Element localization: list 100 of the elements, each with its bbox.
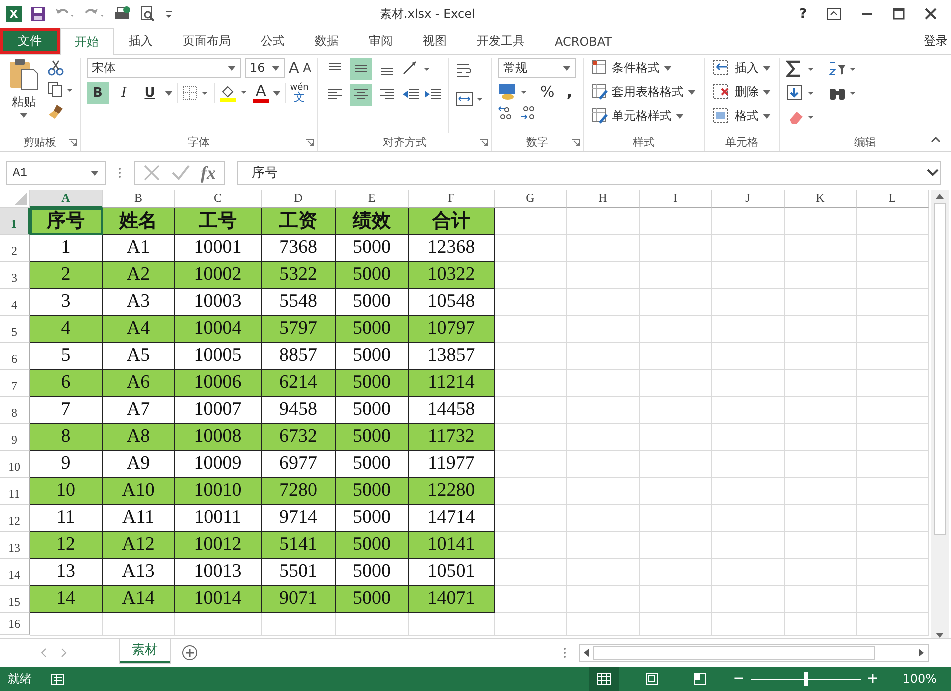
- insert-function-button[interactable]: fx: [201, 162, 216, 184]
- collapse-ribbon-icon[interactable]: [931, 137, 941, 143]
- dialog-launcher-icon[interactable]: [572, 139, 580, 147]
- name-box[interactable]: A1: [6, 161, 106, 185]
- dropdown-caret-icon[interactable]: [563, 66, 572, 70]
- merge-center-icon[interactable]: [455, 90, 486, 108]
- styles-menu-button[interactable]: 套用表格格式: [612, 84, 684, 100]
- close-icon[interactable]: [925, 8, 937, 20]
- print-preview-icon[interactable]: [140, 6, 156, 22]
- ribbon-tab[interactable]: 审阅: [354, 28, 408, 54]
- add-sheet-icon[interactable]: [182, 645, 198, 661]
- bold-button[interactable]: B: [87, 82, 109, 104]
- table-style-icon[interactable]: [592, 108, 608, 124]
- scroll-up-icon[interactable]: [936, 194, 944, 199]
- table-style-icon[interactable]: [592, 60, 608, 76]
- brush-icon[interactable]: [48, 104, 64, 120]
- sheet-tab[interactable]: 素材: [120, 639, 170, 663]
- formula-field[interactable]: 序号: [237, 161, 941, 185]
- splitter-handle-icon[interactable]: [563, 646, 567, 660]
- file-tab[interactable]: 文件: [0, 28, 60, 54]
- dropdown-caret-icon[interactable]: [91, 170, 99, 176]
- comma-style-button[interactable]: ,: [562, 82, 577, 101]
- dropdown-caret-icon[interactable]: [762, 114, 771, 118]
- font-name-field[interactable]: 宋体: [87, 58, 241, 78]
- percent-button[interactable]: %: [536, 82, 559, 100]
- cut-icon[interactable]: [48, 60, 64, 76]
- column-header[interactable]: L: [857, 190, 929, 208]
- cells-icon[interactable]: [712, 84, 731, 100]
- grow-font-button[interactable]: A: [289, 59, 300, 77]
- align-center-icon[interactable]: [350, 84, 372, 106]
- drag-handle-icon[interactable]: [118, 166, 122, 180]
- zoom-out-button[interactable]: −: [733, 671, 745, 687]
- table-style-icon[interactable]: [592, 84, 608, 100]
- ribbon-tab[interactable]: 开始: [60, 28, 114, 55]
- scroll-right-icon[interactable]: [919, 649, 924, 657]
- macro-record-icon[interactable]: [50, 672, 66, 686]
- dropdown-caret-icon[interactable]: [272, 66, 280, 70]
- enter-check-icon[interactable]: [171, 164, 191, 182]
- paste-button[interactable]: 粘贴: [12, 94, 36, 111]
- ribbon-tab[interactable]: 插入: [114, 28, 168, 54]
- styles-menu-button[interactable]: 单元格样式: [612, 108, 672, 124]
- dropdown-caret-icon[interactable]: [165, 90, 173, 96]
- zoom-slider-thumb[interactable]: [804, 672, 808, 686]
- cells-icon[interactable]: [712, 60, 731, 76]
- dropdown-caret-icon[interactable]: [762, 66, 771, 70]
- cells-menu-button[interactable]: 删除: [734, 84, 759, 100]
- sort-filter-icon[interactable]: [828, 60, 858, 78]
- column-header[interactable]: H: [567, 190, 640, 208]
- dialog-launcher-icon[interactable]: [306, 139, 314, 147]
- scrollbar-thumb[interactable]: [934, 203, 946, 535]
- zoom-in-button[interactable]: +: [866, 671, 879, 687]
- column-header[interactable]: J: [712, 190, 785, 208]
- phonetic-guide-button[interactable]: wén 文: [290, 82, 309, 104]
- shrink-font-button[interactable]: A: [303, 61, 312, 75]
- font-size-field[interactable]: 16: [245, 58, 285, 78]
- ribbon-tab[interactable]: 视图: [408, 28, 462, 54]
- dropdown-caret-icon[interactable]: [273, 90, 282, 96]
- ribbon-tab[interactable]: 公式: [246, 28, 300, 54]
- dropdown-caret-icon[interactable]: [688, 90, 696, 94]
- ribbon-tab[interactable]: ACROBAT: [540, 28, 627, 54]
- styles-menu-button[interactable]: 条件格式: [612, 60, 660, 76]
- column-header[interactable]: A: [30, 190, 103, 208]
- clipboard-icon[interactable]: [8, 58, 40, 92]
- ribbon-tab[interactable]: 数据: [300, 28, 354, 54]
- italic-button[interactable]: I: [113, 82, 135, 104]
- dialog-launcher-icon[interactable]: [69, 139, 77, 147]
- save-icon[interactable]: [30, 6, 46, 22]
- maximize-icon[interactable]: [893, 8, 905, 20]
- sign-in-link[interactable]: 登录: [924, 32, 951, 50]
- scrollbar-thumb[interactable]: [593, 646, 875, 660]
- column-header[interactable]: G: [495, 190, 567, 208]
- copy-icon[interactable]: [48, 82, 74, 98]
- cells-menu-button[interactable]: 插入: [734, 60, 759, 76]
- expand-caret-icon[interactable]: [927, 169, 939, 177]
- underline-button[interactable]: U: [139, 82, 161, 104]
- dialog-launcher-icon[interactable]: [480, 139, 488, 147]
- borders-icon[interactable]: [182, 85, 210, 101]
- dropdown-caret-icon[interactable]: [762, 90, 771, 94]
- fill-color-icon[interactable]: [219, 84, 249, 102]
- help-button[interactable]: ?: [799, 6, 807, 22]
- row-header[interactable]: 1: [0, 208, 30, 235]
- font-color-button[interactable]: A: [253, 83, 270, 103]
- scroll-down-icon[interactable]: [936, 633, 944, 638]
- dropdown-caret-icon[interactable]: [676, 114, 684, 118]
- dropdown-caret-icon[interactable]: [664, 66, 672, 70]
- number-format-field[interactable]: 常规: [498, 58, 576, 78]
- scroll-left-icon[interactable]: [584, 649, 589, 657]
- column-header[interactable]: I: [640, 190, 712, 208]
- dropdown-caret-icon[interactable]: [20, 113, 28, 118]
- normal-view-button[interactable]: [589, 667, 620, 691]
- align-middle-icon[interactable]: [350, 58, 372, 80]
- row-header[interactable]: 16: [0, 613, 30, 635]
- horizontal-scrollbar[interactable]: [579, 644, 929, 662]
- wrap-text-icon[interactable]: [455, 62, 474, 80]
- column-header[interactable]: K: [785, 190, 857, 208]
- dropdown-caret-icon[interactable]: [228, 66, 236, 70]
- ribbon-tab[interactable]: 开发工具: [462, 28, 540, 54]
- printer-icon[interactable]: [114, 6, 132, 22]
- ribbon-tab[interactable]: 页面布局: [168, 28, 246, 54]
- cells-icon[interactable]: [712, 108, 731, 124]
